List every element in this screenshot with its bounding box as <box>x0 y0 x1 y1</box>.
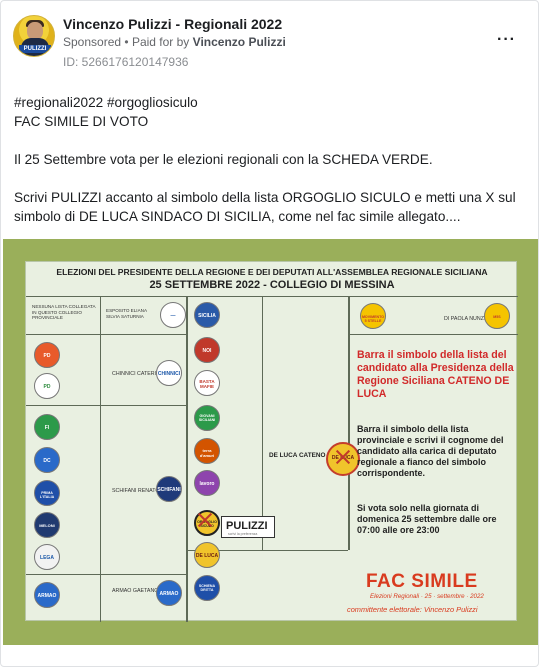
symbol-meloni[interactable]: MELONI <box>34 512 60 538</box>
vote-x-mark <box>198 513 212 527</box>
sponsored-label: Sponsored <box>63 35 122 49</box>
grid-line <box>26 574 186 575</box>
symbol-prima-italia[interactable]: PRIMA L'ITALIA <box>34 480 60 506</box>
symbol-giovani-siciliani[interactable]: GIOVANI SICILIANI <box>194 405 220 431</box>
symbol-m5s[interactable]: MOVIMENTO 5 STELLE <box>360 303 386 329</box>
ad-id: ID: 5266176120147936 <box>63 55 189 69</box>
ballot-facsimile: ELEZIONI DEL PRESIDENTE DELLA REGIONE E … <box>25 261 518 622</box>
symbol-basta-mafie[interactable]: BASTA MAFIE <box>194 370 220 396</box>
symbol-chinnici[interactable]: CHINNICI <box>156 360 182 386</box>
grid-line <box>186 296 188 622</box>
page-name[interactable]: Vincenzo Pulizzi - Regionali 2022 <box>63 16 282 32</box>
post-heading: FAC SIMILE DI VOTO <box>14 114 149 129</box>
symbol-de-luca[interactable]: DE LUCA <box>194 542 220 568</box>
post-hashtags: #regionali2022 #orgogliosiculo <box>14 95 198 110</box>
ad-image[interactable]: ELEZIONI DEL PRESIDENTE DELLA REGIONE E … <box>3 239 538 645</box>
instruction-body: Barra il simbolo della lista provinciale… <box>357 424 504 478</box>
ballot-subtitle: 25 SETTEMBRE 2022 - COLLEGIO DI MESSINA <box>149 279 395 291</box>
post-paragraph-2: Scrivi PULIZZI accanto al simbolo della … <box>14 190 516 224</box>
post-paragraph-1: Il 25 Settembre vota per le elezioni reg… <box>14 152 433 167</box>
symbol-dc[interactable]: DC <box>34 447 60 473</box>
symbol-esposito[interactable]: — <box>160 302 186 328</box>
symbol-pd-1[interactable]: PD <box>34 342 60 368</box>
ad-card: PULIZZI Vincenzo Pulizzi - Regionali 202… <box>0 0 539 667</box>
page-avatar[interactable]: PULIZZI <box>13 15 55 57</box>
paid-for-label: Paid for by <box>131 35 190 49</box>
post-text: #regionali2022 #orgogliosiculo FAC SIMIL… <box>14 93 529 226</box>
symbol-schiena-dritta[interactable]: SCHIENA DRITTA <box>194 575 220 601</box>
pulizzi-preference-box: PULIZZI scrivi la preferenza <box>221 516 275 538</box>
grid-line <box>26 405 186 406</box>
candidate-de-luca: DE LUCA CATENO <box>269 452 326 459</box>
committee-label: committente elettorale: Vincenzo Pulizzi <box>347 605 478 614</box>
separator-dot: • <box>124 35 132 49</box>
symbol-pd-2[interactable]: PD <box>34 373 60 399</box>
symbol-terra-damuri[interactable]: terra d'amuri <box>194 438 220 464</box>
pulizzi-sub: scrivi la preferenza <box>228 532 258 536</box>
symbol-schifani[interactable]: SCHIFANI <box>156 476 182 502</box>
sponsor-line: Sponsored • Paid for by Vincenzo Pulizzi <box>63 35 286 49</box>
fac-simile-label: FAC SIMILE <box>366 571 478 592</box>
symbol-lavoro[interactable]: lavoro <box>194 470 220 496</box>
vote-x-mark-deluca <box>336 450 350 464</box>
symbol-sicilia[interactable]: SICILIA <box>194 302 220 328</box>
more-icon[interactable]: ··· <box>497 31 516 49</box>
grid-line <box>262 296 263 550</box>
symbol-m5s-2[interactable]: M5S <box>484 303 510 329</box>
candidate-armao: ARMAO GAETANO <box>112 588 159 594</box>
symbol-lega[interactable]: LEGA <box>34 544 60 570</box>
ballot-title: ELEZIONI DEL PRESIDENTE DELLA REGIONE E … <box>56 267 488 277</box>
symbol-noi[interactable]: NOI <box>194 337 220 363</box>
candidate-schifani: SCHIFANI RENATO <box>112 488 160 494</box>
grid-line <box>350 334 518 335</box>
sponsor-name[interactable]: Vincenzo Pulizzi <box>193 35 286 49</box>
no-list-cell: NESSUNA LISTA COLLEGATA IN QUESTO COLLEG… <box>32 304 96 320</box>
instruction-vote-time: Si vota solo nella giornata di domenica … <box>357 503 497 535</box>
grid-line <box>26 334 186 335</box>
candidate-di-paola: DI PAOLA NUNZIO <box>444 316 490 322</box>
avatar-label: PULIZZI <box>19 45 51 53</box>
fac-simile-subtitle: Elezioni Regionali · 25 · settembre · 20… <box>370 593 484 600</box>
instruction-title: Barra il simbolo della lista del candida… <box>357 349 514 400</box>
candidate-esposito: ESPOSITO ELIANA SILVIA SATURNIA <box>106 308 147 319</box>
symbol-fi[interactable]: FI <box>34 414 60 440</box>
symbol-armao-2[interactable]: ARMAO <box>156 580 182 606</box>
symbol-armao[interactable]: ARMAO <box>34 582 60 608</box>
pulizzi-name: PULIZZI <box>226 520 268 532</box>
